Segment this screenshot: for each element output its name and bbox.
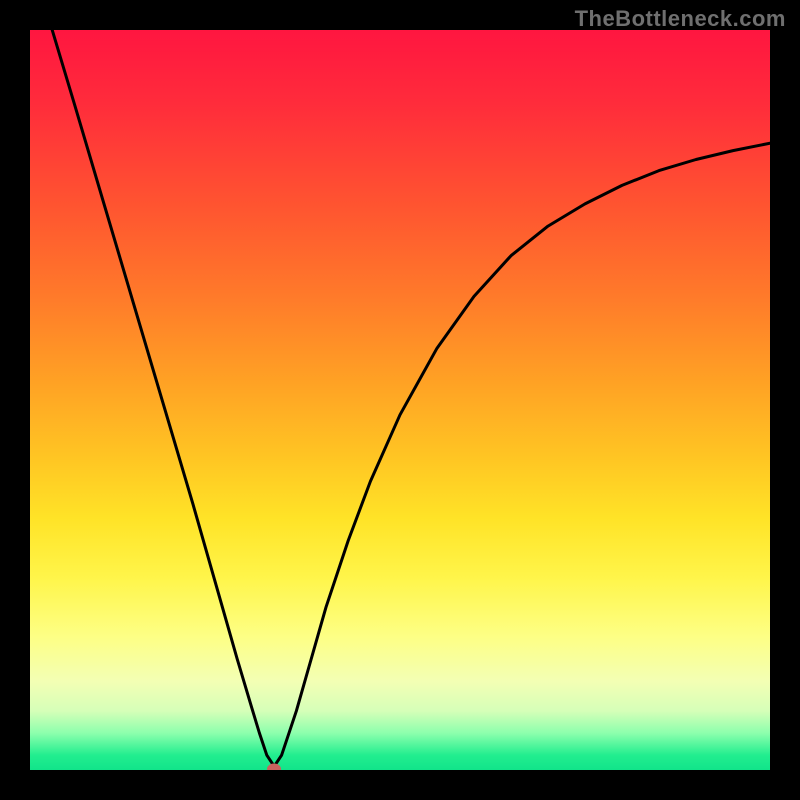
curve-svg [30,30,770,770]
watermark-text: TheBottleneck.com [575,6,786,32]
optimal-point-marker [267,763,281,770]
bottleneck-curve [52,30,770,766]
chart-frame: TheBottleneck.com [0,0,800,800]
plot-area [30,30,770,770]
